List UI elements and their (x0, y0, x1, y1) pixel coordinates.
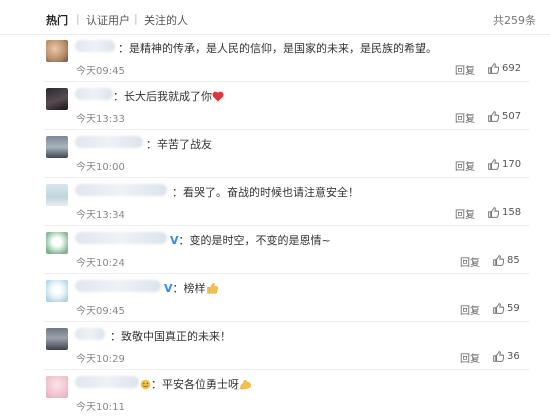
comment-text: V：榜样 (164, 280, 218, 296)
comment-time: 今天10:00 (76, 162, 125, 173)
tab-hot[interactable]: 热门 (46, 12, 68, 28)
comment-item: ：看哭了。奋战的时候也请注意安全！ 今天13:34 回复 158 (0, 178, 550, 226)
reply-button[interactable]: 回复 (460, 254, 480, 269)
comment-time: 今天13:33 (76, 114, 125, 125)
comment-text-content: ：长大后我就成了你 (113, 90, 212, 103)
like-button[interactable]: 59 (493, 301, 520, 315)
verified-v-badge-icon: V (164, 282, 173, 295)
tab-verified-users[interactable]: 认证用户 (86, 12, 130, 28)
like-count: 692 (502, 62, 522, 74)
tab-separator: | (134, 12, 138, 25)
reply-button[interactable]: 回复 (455, 206, 475, 221)
comment-item: ：致敬中国真正的未来！ 今天10:29 回复 36 (0, 322, 550, 370)
avatar[interactable] (46, 136, 68, 158)
comment-item: ：平安各位勇士呀 今天10:11 (0, 370, 550, 418)
username-blurred[interactable] (75, 40, 115, 52)
thumbs-up-icon (493, 254, 504, 266)
comment-time: 今天10:24 (76, 258, 125, 269)
tab-separator: | (76, 12, 80, 25)
username-blurred[interactable] (75, 232, 167, 244)
username-blurred[interactable] (75, 376, 139, 388)
comment-text: ：长大后我就成了你 (113, 88, 224, 104)
avatar[interactable] (46, 280, 68, 302)
comment-text-content: ：变的是时空，不变的是恩情~ (178, 234, 331, 247)
username-blurred[interactable] (75, 184, 167, 196)
avatar[interactable] (46, 184, 68, 206)
like-count: 59 (507, 302, 520, 314)
comment-item: ：长大后我就成了你 今天13:33 回复 507 (0, 82, 550, 130)
flexed-bicep-emoji-icon (240, 379, 251, 390)
thumbs-up-icon (493, 302, 504, 314)
username-blurred[interactable] (75, 88, 113, 100)
smile-emoji-icon (140, 379, 151, 390)
avatar[interactable] (46, 88, 68, 110)
comment-text-content: ：平安各位勇士呀 (151, 378, 239, 391)
like-button[interactable]: 692 (488, 61, 521, 75)
avatar[interactable] (46, 328, 68, 350)
comment-time: 今天10:11 (76, 402, 125, 413)
like-count: 507 (502, 110, 522, 122)
comment-total-count: 共259条 (493, 14, 536, 27)
thumbs-up-emoji-icon (206, 282, 218, 294)
comment-text: V：变的是时空，不变的是恩情~ (170, 232, 331, 248)
comment-item: ：辛苦了战友 今天10:00 回复 170 (0, 130, 550, 178)
reply-button[interactable]: 回复 (455, 110, 475, 125)
like-count: 85 (507, 254, 520, 266)
like-button[interactable]: 85 (493, 253, 520, 267)
comment-item: ：是精神的传承，是人民的信仰，是国家的未来，是民族的希望。 今天09:45 回复… (0, 34, 550, 82)
reply-button[interactable]: 回复 (455, 62, 475, 77)
comment-time: 今天09:45 (76, 306, 125, 317)
comment-time: 今天10:29 (76, 354, 125, 365)
comment-text: ：平安各位勇士呀 (140, 376, 252, 392)
comment-time: 今天13:34 (76, 210, 125, 221)
thumbs-up-icon (493, 350, 504, 362)
username-blurred[interactable] (75, 136, 143, 148)
comment-text: ：看哭了。奋战的时候也请注意安全！ (172, 186, 359, 199)
comment-text: ：辛苦了战友 (146, 138, 212, 151)
like-button[interactable]: 36 (493, 349, 520, 363)
like-count: 36 (507, 350, 520, 362)
like-button[interactable]: 507 (488, 109, 521, 123)
reply-button[interactable]: 回复 (460, 350, 480, 365)
reply-button[interactable]: 回复 (460, 302, 480, 317)
verified-v-badge-icon: V (170, 234, 179, 247)
comment-item: V：变的是时空，不变的是恩情~ 今天10:24 回复 85 (0, 226, 550, 274)
like-button[interactable]: 158 (488, 205, 521, 219)
like-count: 170 (502, 158, 522, 170)
comment-text: ：是精神的传承，是人民的信仰，是国家的未来，是民族的希望。 (118, 42, 437, 55)
comment-item: V：榜样 今天09:45 回复 59 (0, 274, 550, 322)
like-button[interactable]: 170 (488, 157, 521, 171)
avatar[interactable] (46, 232, 68, 254)
heart-emoji-icon (212, 91, 224, 102)
username-blurred[interactable] (75, 280, 161, 292)
comment-time: 今天09:45 (76, 66, 125, 77)
like-count: 158 (502, 206, 522, 218)
comment-text: ：致敬中国真正的未来！ (110, 330, 231, 343)
reply-button[interactable]: 回复 (455, 158, 475, 173)
avatar[interactable] (46, 376, 68, 398)
thumbs-up-icon (488, 206, 499, 218)
avatar[interactable] (46, 40, 68, 62)
username-blurred[interactable] (75, 328, 105, 340)
tab-following[interactable]: 关注的人 (144, 12, 188, 28)
thumbs-up-icon (488, 158, 499, 170)
comment-text-content: ：榜样 (172, 282, 206, 295)
thumbs-up-icon (488, 62, 499, 74)
comment-filter-tabs: 热门 | 认证用户 | 关注的人 共259条 (0, 0, 550, 35)
thumbs-up-icon (488, 110, 499, 122)
